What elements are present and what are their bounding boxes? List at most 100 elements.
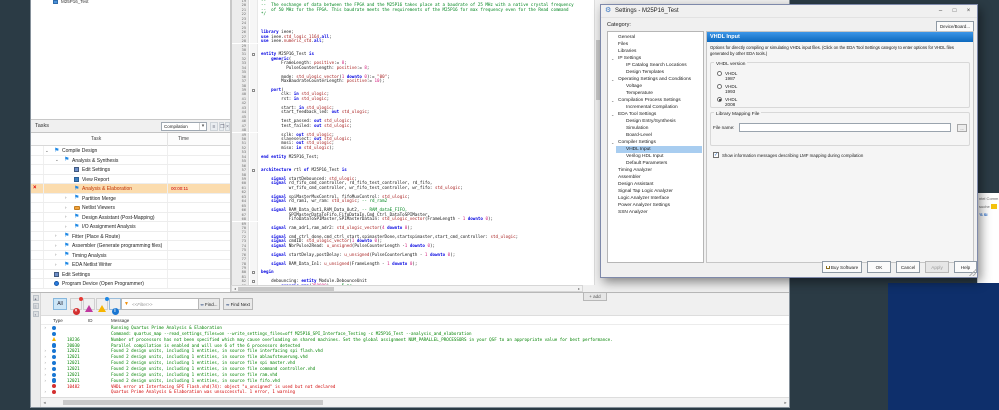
add-tab-button[interactable]: + add: [583, 292, 607, 301]
filter-errors-button[interactable]: ×: [70, 298, 82, 310]
fold-box-icon[interactable]: [252, 89, 255, 92]
editor-horizontal-scrollbar[interactable]: ◂ ▸: [231, 285, 583, 292]
category-item-incremental-compilation[interactable]: Incremental Compilation: [608, 104, 703, 111]
fold-box-icon[interactable]: [252, 53, 255, 56]
filter-warnings-button[interactable]: [96, 298, 108, 310]
expander-icon[interactable]: ›: [65, 214, 67, 219]
expander-icon[interactable]: ⌄: [55, 157, 59, 163]
category-item-verilog-hdl-input[interactable]: Verilog HDL Input: [608, 153, 703, 160]
side-icon-3[interactable]: ▪: [33, 311, 39, 317]
file-name-input[interactable]: [739, 123, 951, 132]
cancel-button[interactable]: Cancel: [896, 261, 920, 273]
category-item-design-assistant[interactable]: Design Assistant: [608, 181, 703, 188]
ok-button[interactable]: OK: [867, 261, 891, 273]
task-row[interactable]: ›⚑Design Assistant (Post-Mapping): [31, 213, 231, 223]
task-row[interactable]: ⌄⚑Analysis & Synthesis: [31, 156, 231, 166]
category-item-compiler-settings[interactable]: ⌄Compiler Settings: [608, 139, 703, 146]
filter-all-button[interactable]: All: [53, 298, 67, 310]
category-item-temperature[interactable]: Temperature: [608, 90, 703, 97]
task-row[interactable]: ›⚑Timing Analysis: [31, 251, 231, 261]
close-button[interactable]: ×: [962, 6, 975, 17]
category-item-files[interactable]: Files: [608, 41, 703, 48]
find-next-button[interactable]: ∞ Find Next: [223, 298, 253, 310]
category-item-general[interactable]: General: [608, 34, 703, 41]
expander-icon[interactable]: ›: [55, 262, 57, 267]
minimize-button[interactable]: –: [934, 6, 947, 17]
filter-critical-warnings-button[interactable]: [83, 298, 95, 310]
resize-grip[interactable]: [969, 269, 976, 276]
category-item-simulation[interactable]: Simulation: [608, 125, 703, 132]
radio-icon[interactable]: [717, 84, 722, 89]
code-editor[interactable]: 19--20-- The exchange of data between th…: [231, 0, 601, 285]
chevron-down-icon[interactable]: ⌄: [611, 56, 614, 61]
category-item-assembler[interactable]: Assembler: [608, 174, 703, 181]
category-item-design-entry-synthesis[interactable]: Design Entry/Synthesis: [608, 118, 703, 125]
task-row[interactable]: ⌄⚑Compile Design: [31, 146, 231, 156]
task-row[interactable]: ›⚑I/O Assignment Analysis: [31, 222, 231, 232]
radio-icon[interactable]: [717, 71, 722, 76]
tasks-close-button[interactable]: ×: [225, 122, 230, 131]
lmf-messages-checkbox[interactable]: ✓: [713, 152, 719, 158]
flow-selector-dropdown[interactable]: Compilation▾: [161, 122, 207, 131]
category-item-libraries[interactable]: Libraries: [608, 48, 703, 55]
task-row[interactable]: Edit Settings: [31, 165, 231, 175]
chevron-down-icon[interactable]: ▾: [199, 123, 206, 130]
expander-icon[interactable]: ⌄: [45, 148, 49, 154]
task-row[interactable]: ×⚑Analysis & Elaboration00:00:11: [31, 184, 231, 194]
scrollbar-thumb[interactable]: [238, 287, 334, 291]
messages-horizontal-scrollbar[interactable]: ◂ ▸: [41, 397, 789, 406]
category-item-voltage[interactable]: Voltage: [608, 83, 703, 90]
task-row[interactable]: ›⚑Fitter (Place & Route): [31, 232, 231, 242]
task-row[interactable]: Program Device (Open Programmer): [31, 279, 231, 289]
scrollbar-thumb[interactable]: [63, 400, 323, 405]
fold-box-icon[interactable]: [252, 271, 255, 274]
task-row[interactable]: Edit Settings: [31, 270, 231, 280]
chevron-down-icon[interactable]: ⌄: [611, 77, 614, 82]
expander-icon[interactable]: ›: [65, 195, 67, 200]
find-button[interactable]: ∞ Find...: [198, 298, 220, 310]
task-row[interactable]: ›⚑EDA Netlist Writer: [31, 260, 231, 270]
category-item-logic-analyzer-interface[interactable]: Logic Analyzer Interface: [608, 195, 703, 202]
expander-icon[interactable]: ›: [55, 252, 57, 257]
tasks-dock-button[interactable]: ❐: [219, 122, 224, 131]
expander-icon[interactable]: ›: [65, 224, 67, 229]
task-row[interactable]: ›⚑Assembler (Generate programming files): [31, 241, 231, 251]
category-item-default-parameters[interactable]: Default Parameters: [608, 160, 703, 167]
category-item-ip-catalog-search-locations[interactable]: IP Catalog Search Locations: [608, 62, 703, 69]
category-item-timing-analyzer[interactable]: Timing Analyzer: [608, 167, 703, 174]
category-item-operating-settings-and-conditions[interactable]: ⌄Operating Settings and Conditions: [608, 76, 703, 83]
category-item-ssn-analyzer[interactable]: SSN Analyzer: [608, 209, 703, 216]
chevron-down-icon[interactable]: ⌄: [611, 112, 614, 117]
category-item-eda-tool-settings[interactable]: ⌄EDA Tool Settings: [608, 111, 703, 118]
side-icon-2[interactable]: ≡: [33, 303, 39, 309]
fold-box-icon[interactable]: [252, 280, 255, 283]
category-item-signal-tap-logic-analyzer[interactable]: Signal Tap Logic Analyzer: [608, 188, 703, 195]
dialog-title-bar[interactable]: ⚙ Settings - M25P16_Test – □ ×: [601, 5, 977, 18]
chevron-down-icon[interactable]: ⌄: [611, 98, 614, 103]
radio-icon[interactable]: [717, 97, 722, 102]
message-filter-input[interactable]: ▼ <<Filter>>: [121, 298, 206, 310]
browse-button[interactable]: ...: [957, 124, 967, 132]
expander-icon[interactable]: ›: [44, 389, 46, 395]
filter-info-button[interactable]: i: [109, 298, 121, 310]
category-item-board-level[interactable]: Board-Level: [608, 132, 703, 139]
category-item-ip-settings[interactable]: ⌄IP Settings: [608, 55, 703, 62]
expander-icon[interactable]: ›: [55, 243, 57, 248]
scroll-left-arrow[interactable]: ◂: [41, 399, 48, 406]
category-item-design-templates[interactable]: Design Templates: [608, 69, 703, 76]
side-icon-1[interactable]: ▴: [33, 295, 39, 301]
chevron-down-icon[interactable]: ⌄: [611, 140, 614, 145]
category-item-compilation-process-settings[interactable]: ⌄Compilation Process Settings: [608, 97, 703, 104]
scroll-right-arrow[interactable]: ▸: [782, 399, 789, 406]
category-item-power-analyzer-settings[interactable]: Power Analyzer Settings: [608, 202, 703, 209]
buy-software-button[interactable]: Buy Software: [822, 261, 862, 273]
scroll-right-arrow[interactable]: ▸: [576, 286, 582, 291]
message-row[interactable]: ›Quartus Prime Analysis & Elaboration wa…: [41, 389, 789, 395]
task-row[interactable]: ›Netlist Viewers: [31, 203, 231, 213]
expander-icon[interactable]: ›: [55, 233, 57, 238]
expander-icon[interactable]: ›: [65, 205, 67, 210]
category-item-vhdl-input[interactable]: VHDL Input: [608, 146, 703, 153]
fold-box-icon[interactable]: [252, 169, 255, 172]
maximize-button[interactable]: □: [948, 6, 961, 17]
task-row[interactable]: ›⚑Partition Merge: [31, 194, 231, 204]
